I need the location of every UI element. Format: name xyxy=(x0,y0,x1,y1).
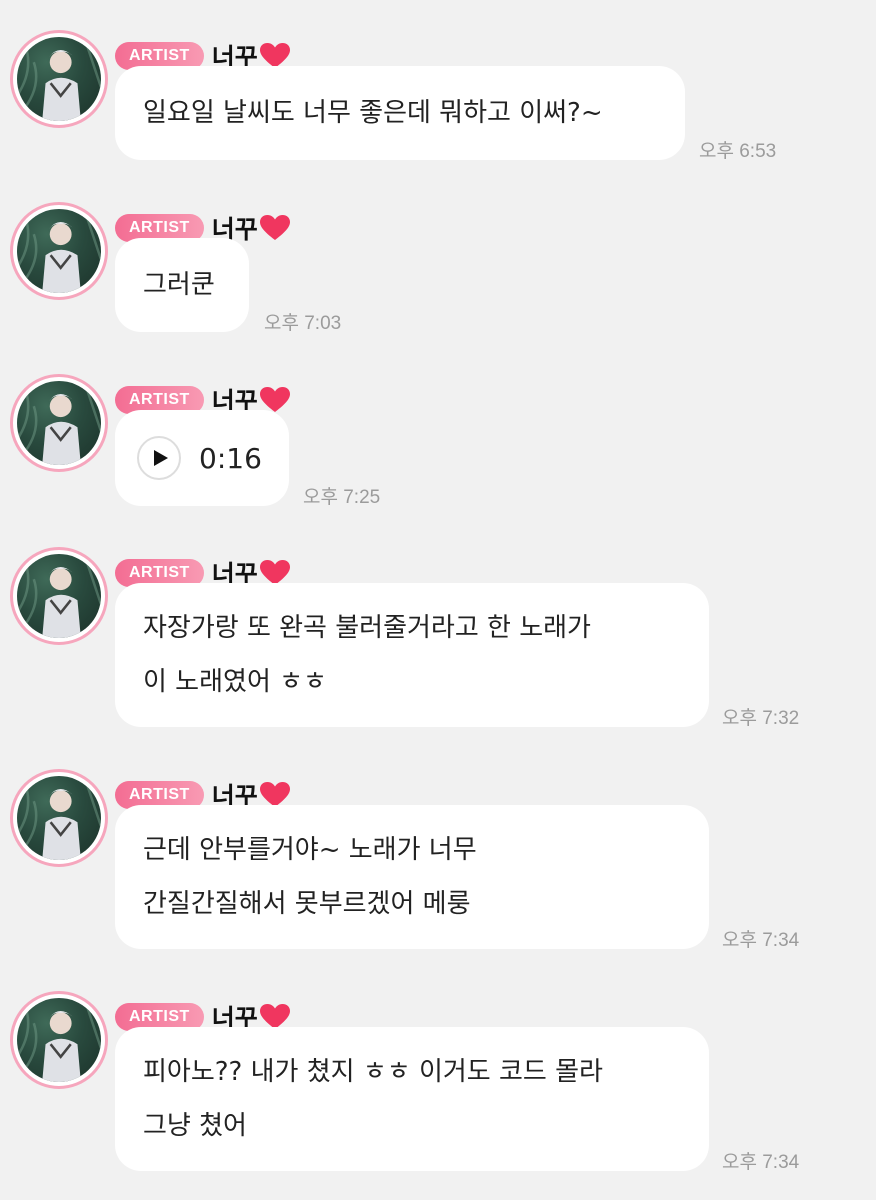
message-text: 근데 안부를거야~ 노래가 너무 간질간질해서 못부르겠어 메룽 xyxy=(143,835,477,919)
message-text: 그러쿤 xyxy=(143,270,215,300)
voice-message-bubble[interactable]: 0:16 xyxy=(115,410,289,506)
avatar[interactable] xyxy=(10,547,108,645)
message-time: 오후 7:25 xyxy=(303,487,381,508)
avatar-image xyxy=(17,381,101,465)
message-bubble[interactable]: 그러쿤 xyxy=(115,238,249,332)
avatar[interactable] xyxy=(10,30,108,128)
heart-icon xyxy=(259,215,290,240)
avatar-image xyxy=(17,37,101,121)
play-icon xyxy=(153,450,168,466)
avatar[interactable] xyxy=(10,991,108,1089)
message-time: 오후 7:32 xyxy=(722,708,800,729)
message-time: 오후 7:34 xyxy=(722,1152,800,1173)
message-text: 피아노?? 내가 쳤지 ㅎㅎ 이거도 코드 몰라 그냥 쳤어 xyxy=(143,1057,603,1141)
avatar[interactable] xyxy=(10,374,108,472)
message-text: 자장가랑 또 완곡 불러줄거라고 한 노래가 이 노래였어 ㅎㅎ xyxy=(143,613,591,697)
avatar-image xyxy=(17,776,101,860)
avatar-image xyxy=(17,998,101,1082)
avatar[interactable] xyxy=(10,202,108,300)
voice-duration: 0:16 xyxy=(199,441,262,475)
message-bubble[interactable]: 피아노?? 내가 쳤지 ㅎㅎ 이거도 코드 몰라 그냥 쳤어 xyxy=(115,1027,709,1171)
message-bubble[interactable]: 일요일 날씨도 너무 좋은데 뭐하고 이써?~ xyxy=(115,66,685,160)
avatar[interactable] xyxy=(10,769,108,867)
message-time: 오후 7:34 xyxy=(722,930,800,951)
message-bubble[interactable]: 근데 안부를거야~ 노래가 너무 간질간질해서 못부르겠어 메룽 xyxy=(115,805,709,949)
message-time: 오후 7:03 xyxy=(264,313,342,334)
avatar-image xyxy=(17,209,101,293)
message-text: 일요일 날씨도 너무 좋은데 뭐하고 이써?~ xyxy=(143,98,603,128)
play-button[interactable] xyxy=(137,436,181,480)
message-bubble[interactable]: 자장가랑 또 완곡 불러줄거라고 한 노래가 이 노래였어 ㅎㅎ xyxy=(115,583,709,727)
avatar-image xyxy=(17,554,101,638)
message-time: 오후 6:53 xyxy=(699,141,777,162)
